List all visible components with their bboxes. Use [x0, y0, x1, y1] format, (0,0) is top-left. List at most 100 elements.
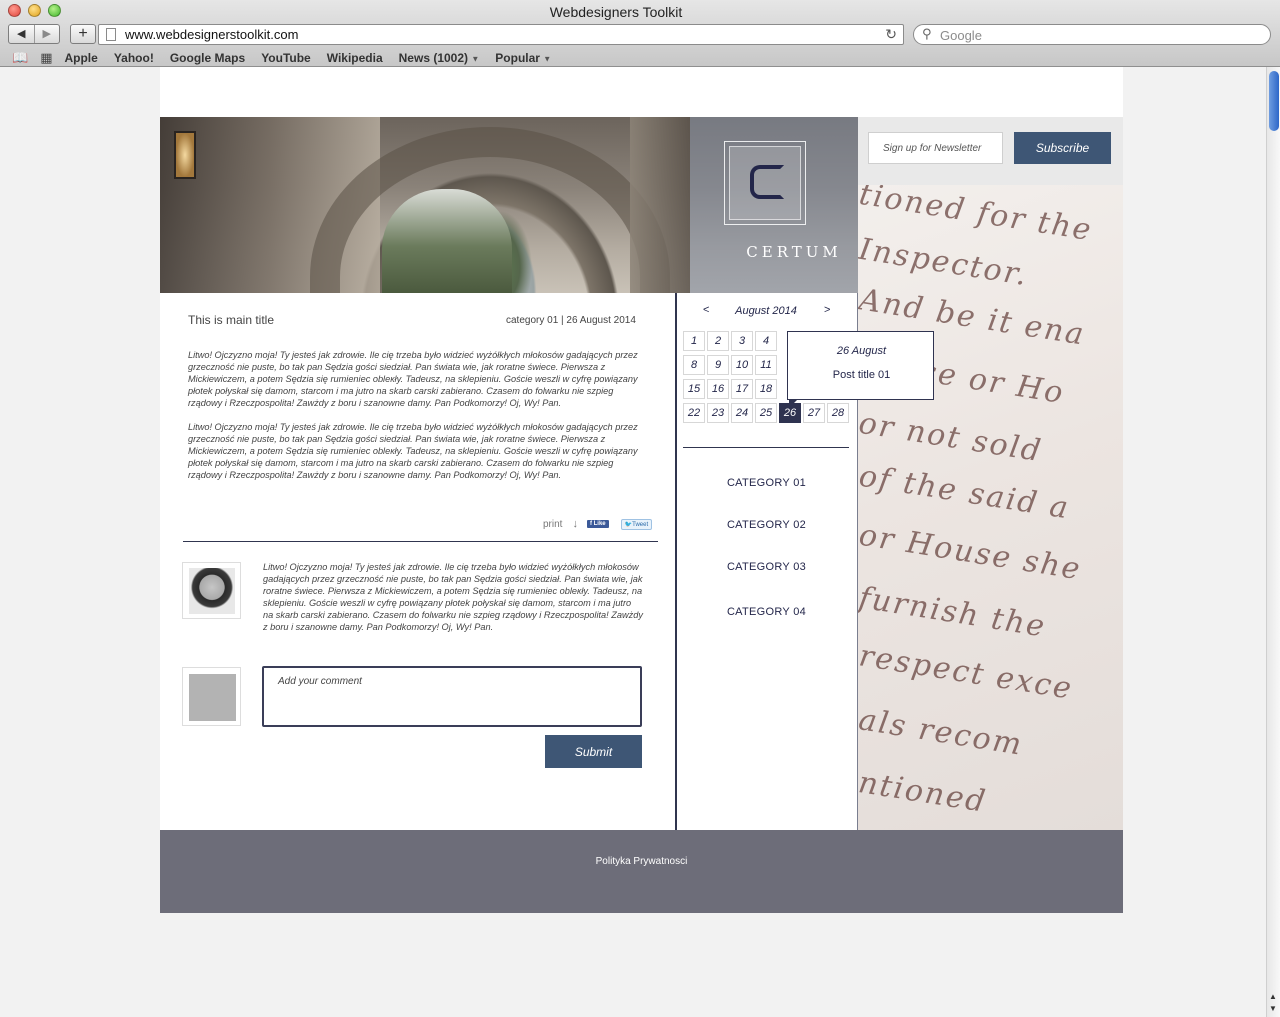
- comment-text: Litwo! Ojczyzno moja! Ty jesteś jak zdro…: [263, 562, 643, 632]
- calendar-day[interactable]: 9: [707, 355, 729, 375]
- handwriting-stroke: or House she: [858, 517, 1084, 588]
- article-paragraph: Litwo! Ojczyzno moja! Ty jesteś jak zdro…: [188, 422, 638, 480]
- calendar-day[interactable]: 3: [731, 331, 753, 351]
- calendar-prev-button[interactable]: <: [703, 304, 709, 316]
- logo-mark[interactable]: [724, 141, 806, 225]
- bookmarks-bar: 📖 ▦ Apple Yahoo! Google Maps YouTube Wik…: [12, 50, 567, 66]
- calendar-day[interactable]: 16: [707, 379, 729, 399]
- handwriting-image: tioned for the Inspector. And be it ena …: [858, 185, 1123, 830]
- search-field[interactable]: ⚲: [913, 24, 1271, 45]
- calendar-day[interactable]: 2: [707, 331, 729, 351]
- logo-c-icon: [750, 165, 784, 199]
- handwriting-stroke: ntioned: [858, 765, 990, 820]
- lantern-icon: [174, 131, 196, 179]
- article-divider: [183, 541, 658, 542]
- reload-icon[interactable]: ↻: [885, 26, 897, 43]
- privacy-policy-link[interactable]: Polityka Prywatnosci: [160, 856, 1123, 867]
- calendar-day[interactable]: 22: [683, 403, 705, 423]
- chevron-down-icon: ▼: [471, 54, 480, 64]
- chevron-down-icon: ▼: [543, 54, 552, 64]
- handwriting-stroke: als recom: [858, 702, 1026, 763]
- logo-text[interactable]: CERTUM: [690, 243, 858, 261]
- newsletter-panel: Subscribe: [858, 117, 1123, 185]
- vertical-scrollbar[interactable]: ▲ ▼: [1266, 67, 1280, 1017]
- web-page: CERTUM Subscribe tioned for the Inspecto…: [160, 67, 1123, 913]
- download-icon[interactable]: ↓: [572, 518, 578, 530]
- search-input[interactable]: [940, 27, 1260, 43]
- calendar-day[interactable]: 15: [683, 379, 705, 399]
- back-button[interactable]: ◀: [9, 25, 34, 43]
- article-title[interactable]: This is main title: [188, 313, 274, 327]
- logo-inner-frame: [729, 146, 801, 220]
- calendar-tooltip: 26 August Post title 01: [787, 331, 935, 408]
- bookmark-popular[interactable]: Popular ▼: [495, 51, 551, 65]
- handwriting-stroke: Inspector.: [858, 231, 1031, 294]
- reading-list-icon[interactable]: 📖: [12, 50, 28, 66]
- calendar-day[interactable]: 25: [755, 403, 777, 423]
- article-meta: category 01 | 26 August 2014: [506, 315, 636, 326]
- search-icon: ⚲: [922, 26, 932, 41]
- calendar-day[interactable]: 28: [827, 403, 849, 423]
- facebook-like-label: Like: [593, 521, 606, 527]
- category-link[interactable]: CATEGORY 02: [676, 519, 857, 531]
- scroll-down-arrow[interactable]: ▼: [1269, 1004, 1277, 1013]
- add-bookmark-button[interactable]: +: [70, 24, 96, 44]
- tweet-label: Tweet: [632, 521, 649, 528]
- tooltip-date: 26 August: [836, 345, 887, 357]
- calendar-day[interactable]: 24: [731, 403, 753, 423]
- print-link[interactable]: print: [543, 519, 562, 530]
- forward-button[interactable]: ▶: [33, 25, 60, 43]
- calendar-day[interactable]: 8: [683, 355, 705, 375]
- scroll-up-arrow[interactable]: ▲: [1269, 992, 1277, 1001]
- bookmark-popular-label: Popular: [495, 51, 540, 65]
- window-title: Webdesigners Toolkit: [549, 4, 683, 20]
- calendar-day[interactable]: 18: [755, 379, 777, 399]
- handwriting-stroke: furnish the: [858, 580, 1049, 645]
- address-bar[interactable]: www.webdesignerstoolkit.com ↻: [98, 24, 904, 45]
- handwriting-stroke: respect exce: [858, 638, 1076, 707]
- calendar-day[interactable]: 1: [683, 331, 705, 351]
- newsletter-email-input[interactable]: [868, 132, 1003, 164]
- comment-input[interactable]: [262, 666, 642, 727]
- bookmark-news[interactable]: News (1002) ▼: [399, 51, 480, 65]
- avatar-placeholder: [182, 667, 241, 726]
- subscribe-button[interactable]: Subscribe: [1014, 132, 1111, 164]
- calendar-next-button[interactable]: >: [824, 304, 830, 316]
- calendar-divider: [683, 447, 849, 448]
- category-link[interactable]: CATEGORY 04: [676, 606, 857, 618]
- hero-archway-view: [382, 189, 512, 293]
- calendar-day[interactable]: 17: [731, 379, 753, 399]
- avatar-placeholder-image: [189, 674, 236, 721]
- bookmark-wikipedia[interactable]: Wikipedia: [327, 51, 383, 65]
- share-bar: print ↓ f Like 🐦Tweet: [543, 518, 653, 530]
- browser-chrome: Webdesigners Toolkit ◀ ▶ + www.webdesign…: [0, 0, 1280, 67]
- avatar-photo: [189, 568, 235, 614]
- calendar-day[interactable]: 10: [731, 355, 753, 375]
- top-sites-icon[interactable]: ▦: [40, 50, 52, 66]
- handwriting-stroke: of the said a: [858, 458, 1073, 527]
- url-text[interactable]: www.webdesignerstoolkit.com: [125, 27, 298, 42]
- calendar-day[interactable]: 4: [755, 331, 777, 351]
- category-link[interactable]: CATEGORY 03: [676, 561, 857, 573]
- scrollbar-thumb[interactable]: [1269, 71, 1279, 131]
- tooltip-post-link[interactable]: Post title 01: [788, 369, 935, 381]
- article-paragraph: Litwo! Ojczyzno moja! Ty jesteś jak zdro…: [188, 350, 638, 408]
- category-link[interactable]: CATEGORY 01: [676, 477, 857, 489]
- page-icon: [106, 28, 116, 41]
- calendar-day[interactable]: 23: [707, 403, 729, 423]
- facebook-like-button[interactable]: f Like: [586, 520, 609, 528]
- handwriting-stroke: or not sold: [858, 405, 1045, 470]
- calendar-header: August 2014 < >: [683, 304, 853, 320]
- bookmark-google-maps[interactable]: Google Maps: [170, 51, 245, 65]
- submit-button[interactable]: Submit: [545, 735, 642, 768]
- hero-pillar-right: [630, 117, 690, 293]
- bookmark-apple[interactable]: Apple: [64, 51, 97, 65]
- tweet-button[interactable]: 🐦Tweet: [620, 518, 653, 530]
- bookmark-youtube[interactable]: YouTube: [261, 51, 311, 65]
- avatar: [182, 562, 241, 619]
- calendar-day[interactable]: 27: [803, 403, 825, 423]
- bookmark-yahoo[interactable]: Yahoo!: [114, 51, 154, 65]
- calendar-day[interactable]: 11: [755, 355, 777, 375]
- bookmark-news-label: News (1002): [398, 51, 469, 65]
- article-body: Litwo! Ojczyzno moja! Ty jesteś jak zdro…: [188, 349, 650, 493]
